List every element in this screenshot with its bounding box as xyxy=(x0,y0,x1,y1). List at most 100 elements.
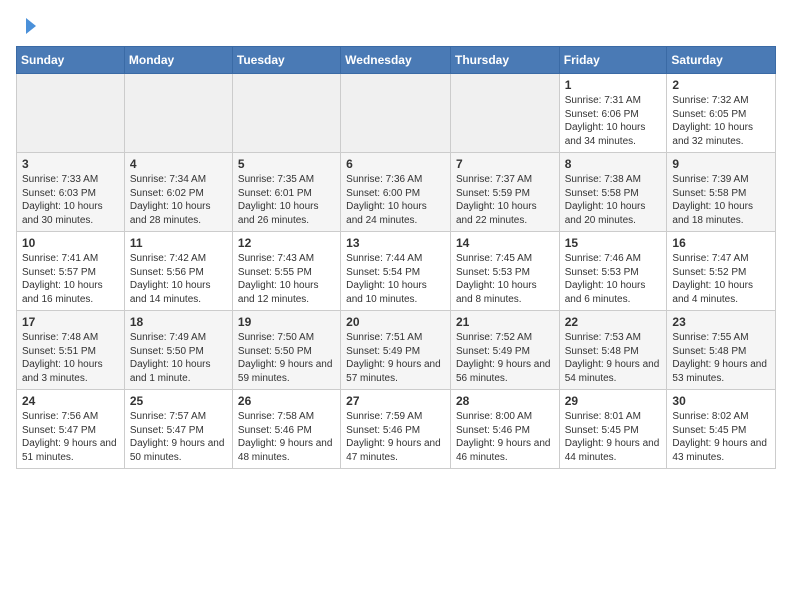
day-info: Sunrise: 7:43 AM xyxy=(238,252,335,266)
day-info: Sunset: 6:03 PM xyxy=(22,187,119,201)
day-info: Sunrise: 7:46 AM xyxy=(565,252,662,266)
day-info: Sunset: 5:46 PM xyxy=(238,424,335,438)
day-info: Sunset: 5:57 PM xyxy=(22,266,119,280)
day-info: Sunrise: 7:44 AM xyxy=(346,252,445,266)
day-number: 24 xyxy=(22,394,119,408)
calendar-cell: 21Sunrise: 7:52 AMSunset: 5:49 PMDayligh… xyxy=(450,311,559,390)
day-info: Sunset: 5:50 PM xyxy=(130,345,227,359)
day-info: Daylight: 10 hours and 20 minutes. xyxy=(565,200,662,227)
calendar-cell xyxy=(17,74,125,153)
day-number: 6 xyxy=(346,157,445,171)
day-info: Daylight: 10 hours and 32 minutes. xyxy=(672,121,770,148)
calendar-cell: 28Sunrise: 8:00 AMSunset: 5:46 PMDayligh… xyxy=(450,390,559,469)
calendar-cell: 29Sunrise: 8:01 AMSunset: 5:45 PMDayligh… xyxy=(559,390,667,469)
day-info: Sunset: 5:51 PM xyxy=(22,345,119,359)
calendar-cell: 17Sunrise: 7:48 AMSunset: 5:51 PMDayligh… xyxy=(17,311,125,390)
day-info: Sunset: 5:49 PM xyxy=(456,345,554,359)
day-number: 7 xyxy=(456,157,554,171)
day-info: Sunset: 5:53 PM xyxy=(456,266,554,280)
day-info: Sunset: 5:58 PM xyxy=(565,187,662,201)
day-info: Daylight: 10 hours and 34 minutes. xyxy=(565,121,662,148)
day-info: Daylight: 10 hours and 22 minutes. xyxy=(456,200,554,227)
page-header xyxy=(16,16,776,36)
day-info: Sunset: 5:52 PM xyxy=(672,266,770,280)
day-info: Daylight: 10 hours and 3 minutes. xyxy=(22,358,119,385)
day-number: 30 xyxy=(672,394,770,408)
day-info: Sunrise: 8:01 AM xyxy=(565,410,662,424)
day-info: Daylight: 10 hours and 12 minutes. xyxy=(238,279,335,306)
day-number: 28 xyxy=(456,394,554,408)
calendar-cell: 4Sunrise: 7:34 AMSunset: 6:02 PMDaylight… xyxy=(124,153,232,232)
calendar-week-2: 3Sunrise: 7:33 AMSunset: 6:03 PMDaylight… xyxy=(17,153,776,232)
calendar-cell: 1 Sunrise: 7:31 AMSunset: 6:06 PMDaylight… xyxy=(559,74,667,153)
day-info: Sunset: 5:49 PM xyxy=(346,345,445,359)
day-info: Daylight: 9 hours and 51 minutes. xyxy=(22,437,119,464)
day-number: 3 xyxy=(22,157,119,171)
day-number: 19 xyxy=(238,315,335,329)
calendar-cell: 27Sunrise: 7:59 AMSunset: 5:46 PMDayligh… xyxy=(341,390,451,469)
day-number: 14 xyxy=(456,236,554,250)
calendar-cell: 22Sunrise: 7:53 AMSunset: 5:48 PMDayligh… xyxy=(559,311,667,390)
calendar-cell xyxy=(232,74,340,153)
day-info: Daylight: 10 hours and 8 minutes. xyxy=(456,279,554,306)
day-info: Sunrise: 7:45 AM xyxy=(456,252,554,266)
calendar-cell: 15Sunrise: 7:46 AMSunset: 5:53 PMDayligh… xyxy=(559,232,667,311)
day-info: Sunrise: 7:56 AM xyxy=(22,410,119,424)
calendar-week-5: 24Sunrise: 7:56 AMSunset: 5:47 PMDayligh… xyxy=(17,390,776,469)
day-info: Sunrise: 7:39 AM xyxy=(672,173,770,187)
day-info: Sunset: 5:53 PM xyxy=(565,266,662,280)
day-info: Sunrise: 7:47 AM xyxy=(672,252,770,266)
day-info: Daylight: 9 hours and 50 minutes. xyxy=(130,437,227,464)
day-info: Sunrise: 7:33 AM xyxy=(22,173,119,187)
calendar-week-3: 10Sunrise: 7:41 AMSunset: 5:57 PMDayligh… xyxy=(17,232,776,311)
day-info: Sunrise: 7:59 AM xyxy=(346,410,445,424)
calendar-cell: 19Sunrise: 7:50 AMSunset: 5:50 PMDayligh… xyxy=(232,311,340,390)
day-info: Daylight: 9 hours and 53 minutes. xyxy=(672,358,770,385)
calendar-cell: 12Sunrise: 7:43 AMSunset: 5:55 PMDayligh… xyxy=(232,232,340,311)
day-info: Sunset: 5:59 PM xyxy=(456,187,554,201)
calendar-cell: 23Sunrise: 7:55 AMSunset: 5:48 PMDayligh… xyxy=(667,311,776,390)
day-info: Sunset: 5:55 PM xyxy=(238,266,335,280)
day-info: Sunrise: 7:50 AM xyxy=(238,331,335,345)
day-info: Daylight: 9 hours and 56 minutes. xyxy=(456,358,554,385)
day-number: 29 xyxy=(565,394,662,408)
calendar-cell: 8Sunrise: 7:38 AMSunset: 5:58 PMDaylight… xyxy=(559,153,667,232)
day-info: Daylight: 10 hours and 26 minutes. xyxy=(238,200,335,227)
day-number: 1 xyxy=(565,78,662,92)
day-number: 20 xyxy=(346,315,445,329)
day-number: 2 xyxy=(672,78,770,92)
day-info: Daylight: 9 hours and 54 minutes. xyxy=(565,358,662,385)
calendar-cell xyxy=(124,74,232,153)
day-number: 9 xyxy=(672,157,770,171)
day-number: 26 xyxy=(238,394,335,408)
day-number: 11 xyxy=(130,236,227,250)
day-info: Daylight: 10 hours and 16 minutes. xyxy=(22,279,119,306)
day-info: Sunrise: 7:49 AM xyxy=(130,331,227,345)
day-info: Sunrise: 7:32 AM xyxy=(672,94,770,108)
day-info: Sunrise: 7:31 AM xyxy=(565,94,662,108)
day-info: Sunrise: 7:42 AM xyxy=(130,252,227,266)
calendar-cell xyxy=(341,74,451,153)
calendar-cell: 18Sunrise: 7:49 AMSunset: 5:50 PMDayligh… xyxy=(124,311,232,390)
day-info: Daylight: 10 hours and 30 minutes. xyxy=(22,200,119,227)
day-info: Sunrise: 7:34 AM xyxy=(130,173,227,187)
day-info: Sunset: 5:45 PM xyxy=(672,424,770,438)
logo xyxy=(16,16,38,36)
day-info: Sunrise: 7:36 AM xyxy=(346,173,445,187)
col-header-tuesday: Tuesday xyxy=(232,47,340,74)
day-info: Sunrise: 7:53 AM xyxy=(565,331,662,345)
calendar-cell: 30Sunrise: 8:02 AMSunset: 5:45 PMDayligh… xyxy=(667,390,776,469)
day-info: Sunrise: 7:55 AM xyxy=(672,331,770,345)
day-number: 10 xyxy=(22,236,119,250)
calendar-cell: 14 Sunrise: 7:45 AMSunset: 5:53 PMDayligh… xyxy=(450,232,559,311)
day-info: Daylight: 10 hours and 24 minutes. xyxy=(346,200,445,227)
day-info: Sunset: 5:58 PM xyxy=(672,187,770,201)
calendar-table: SundayMondayTuesdayWednesdayThursdayFrid… xyxy=(16,46,776,469)
col-header-monday: Monday xyxy=(124,47,232,74)
col-header-wednesday: Wednesday xyxy=(341,47,451,74)
day-info: Sunset: 6:06 PM xyxy=(565,108,662,122)
calendar-cell: 24Sunrise: 7:56 AMSunset: 5:47 PMDayligh… xyxy=(17,390,125,469)
day-number: 25 xyxy=(130,394,227,408)
col-header-friday: Friday xyxy=(559,47,667,74)
day-info: Sunset: 5:45 PM xyxy=(565,424,662,438)
